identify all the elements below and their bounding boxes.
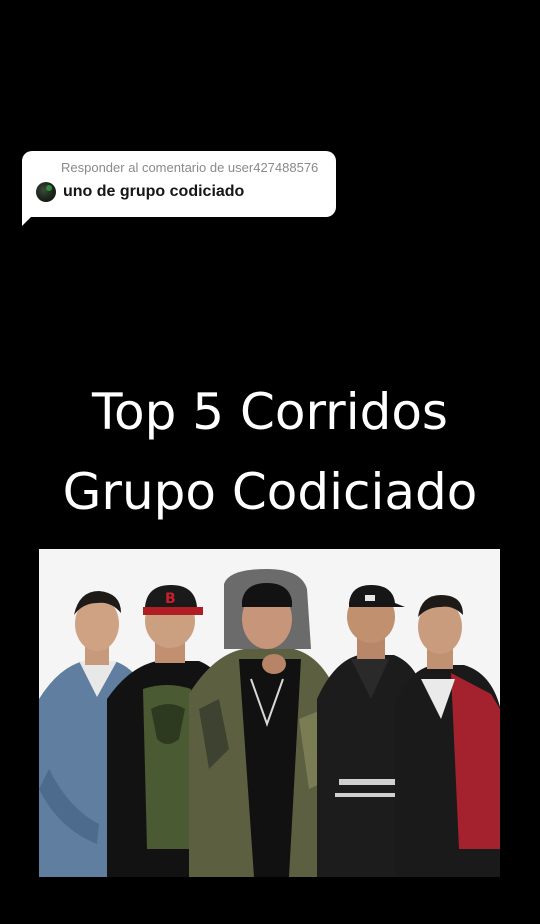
reply-comment-bubble[interactable]: Responder al comentario de user427488576… bbox=[22, 151, 336, 217]
user-avatar-icon bbox=[36, 182, 56, 202]
reply-comment-text: uno de grupo codiciado bbox=[63, 183, 245, 200]
reply-bubble-tail bbox=[22, 216, 32, 226]
band-photo-illustration: B bbox=[39, 549, 500, 877]
svg-text:B: B bbox=[165, 591, 176, 607]
video-title: Top 5 Corridos Grupo Codiciado bbox=[0, 372, 540, 532]
video-title-line-2: Grupo Codiciado bbox=[62, 463, 478, 521]
video-title-line-1: Top 5 Corridos bbox=[92, 383, 448, 441]
band-photo: B bbox=[39, 549, 500, 877]
reply-comment-row: uno de grupo codiciado bbox=[36, 182, 324, 202]
reply-header-label: Responder al comentario de user427488576 bbox=[61, 160, 319, 175]
